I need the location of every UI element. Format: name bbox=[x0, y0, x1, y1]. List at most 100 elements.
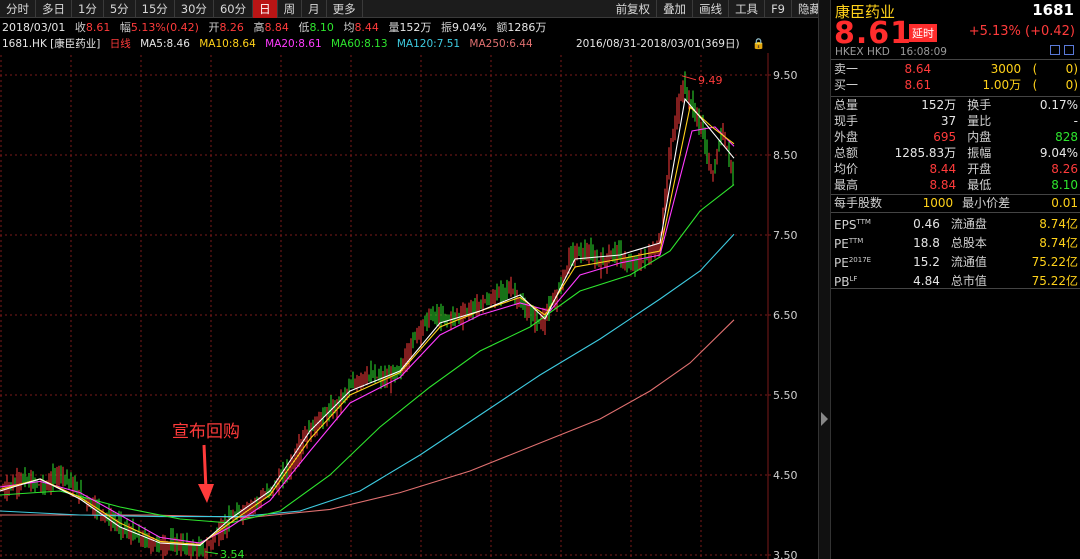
stat-label: 总额 bbox=[834, 146, 859, 160]
stat-label: 最高 bbox=[834, 178, 859, 192]
stat-label: 内盘 bbox=[967, 130, 992, 144]
stat-value: 37 bbox=[940, 114, 957, 128]
tab-2[interactable]: 1分 bbox=[72, 0, 104, 18]
ma60-label: MA60:8.13 bbox=[331, 38, 388, 50]
stat-label: 量比 bbox=[967, 114, 992, 128]
tab-5[interactable]: 30分 bbox=[175, 0, 214, 18]
ma10-label: MA10:8.64 bbox=[199, 38, 256, 50]
tab-3[interactable]: 5分 bbox=[104, 0, 136, 18]
valuation-value: 75.22亿 bbox=[1031, 254, 1078, 269]
info-amt: 1286万 bbox=[507, 21, 547, 34]
period-tabs: 分时 多日 1分 5分 15分 30分 60分日周月更多 bbox=[0, 0, 363, 18]
lock-icon[interactable]: 🔒 bbox=[752, 37, 765, 52]
paren-close: ) bbox=[1073, 62, 1078, 76]
y-tick-label: 6.50 bbox=[773, 309, 798, 322]
orderbook-num: 0 bbox=[1065, 78, 1074, 92]
lots-value: 1000 bbox=[922, 196, 954, 210]
tab-4[interactable]: 15分 bbox=[136, 0, 175, 18]
stat-value: 8.44 bbox=[929, 162, 957, 176]
lock-icon[interactable] bbox=[1050, 45, 1060, 55]
info-bar: 2018/03/01 收8.61 幅5.13%(0.42) 开8.26 高8.8… bbox=[0, 19, 828, 36]
paren-close: ) bbox=[1073, 78, 1078, 92]
stat-value: 8.84 bbox=[929, 178, 957, 192]
info-vol: 152万 bbox=[399, 21, 432, 34]
tool-2[interactable]: 画线 bbox=[693, 0, 730, 18]
collapse-arrow-icon[interactable] bbox=[821, 412, 828, 426]
stats-table: 总量 152万 换手 0.17% 现手 37 量比 - 外盘 695 内盘 828 总额 1285.83万… bbox=[831, 97, 1080, 193]
high-label: 9.49 bbox=[698, 74, 723, 87]
ma250-label: MA250:6.44 bbox=[469, 38, 533, 50]
stat-value: 695 bbox=[933, 130, 957, 144]
stat-value: 828 bbox=[1055, 130, 1078, 144]
stats-row: 总额 1285.83万 振幅 9.04% bbox=[831, 145, 1080, 161]
stock-code: 1681 bbox=[1032, 1, 1074, 19]
orderbook-price: 8.64 bbox=[904, 62, 932, 76]
stats-row: 总量 152万 换手 0.17% bbox=[831, 97, 1080, 113]
quote-time: 16:08:09 bbox=[899, 46, 947, 58]
ma120-label: MA120:7.51 bbox=[396, 38, 461, 50]
quote-panel: 康臣药业 1681 8.61 延时 +5.13% (+0.42) HKEX HK… bbox=[830, 0, 1080, 559]
panel-splitter[interactable] bbox=[818, 0, 830, 559]
valuation-row: PETTM 18.8 总股本 8.74亿 bbox=[831, 233, 1080, 252]
tool-4[interactable]: F9 bbox=[765, 0, 792, 18]
tab-9[interactable]: 月 bbox=[302, 0, 327, 18]
valuation-value: 8.74亿 bbox=[1039, 235, 1078, 250]
orderbook-qty: 1.00万 bbox=[982, 78, 1022, 92]
info-low-label: 低 bbox=[298, 21, 310, 34]
info-vol-label: 量 bbox=[388, 21, 400, 34]
stat-value: 9.04% bbox=[1039, 146, 1078, 160]
valuation-basis: TTM bbox=[856, 218, 871, 226]
valuation-label: EPSTTM bbox=[831, 214, 891, 233]
valuation-value: 8.74亿 bbox=[1039, 216, 1078, 231]
divider bbox=[831, 59, 1080, 60]
tab-7[interactable]: 日 bbox=[253, 0, 278, 18]
tab-8[interactable]: 周 bbox=[278, 0, 303, 18]
tab-0[interactable]: 分时 bbox=[0, 0, 36, 18]
info-date: 2018/03/01 bbox=[2, 21, 66, 34]
ma-legend: 1681.HK [康臣药业] 日线 MA5:8.46 MA10:8.64 MA2… bbox=[0, 37, 768, 52]
price-change: +5.13% (+0.42) bbox=[968, 24, 1075, 39]
info-amp-label: 振 bbox=[440, 21, 452, 34]
divider bbox=[831, 288, 1080, 289]
tab-10[interactable]: 更多 bbox=[327, 0, 363, 18]
lots-table: 每手股数 1000 最小价差 0.01 bbox=[831, 195, 1080, 211]
info-low: 8.10 bbox=[309, 21, 334, 34]
tab-1[interactable]: 多日 bbox=[36, 0, 72, 18]
orderbook-count: (0) bbox=[1024, 61, 1080, 77]
ma-period: 日线 bbox=[109, 38, 131, 50]
stat-label: 最低 bbox=[967, 178, 992, 192]
orderbook-price: 8.61 bbox=[904, 78, 932, 92]
info-close-label: 收 bbox=[74, 21, 86, 34]
valuation-table: EPSTTM 0.46 流通盘 8.74亿 PETTM 18.8 总股本 8.74亿 PE201… bbox=[831, 214, 1080, 290]
lots-label: 最小价差 bbox=[962, 196, 1011, 210]
date-range: 2016/08/31-2018/03/01(369日) bbox=[576, 38, 740, 50]
valuation-value: 0.46 bbox=[913, 216, 940, 231]
orderbook-count: (0) bbox=[1024, 77, 1080, 93]
tool-3[interactable]: 工具 bbox=[729, 0, 766, 18]
y-tick-label: 8.50 bbox=[773, 149, 798, 162]
divider bbox=[831, 212, 1080, 213]
stat-value: 8.10 bbox=[1051, 178, 1078, 192]
valuation-metric: PE bbox=[834, 237, 849, 251]
stats-row: 最高 8.84 最低 8.10 bbox=[831, 177, 1080, 193]
y-tick-label: 9.50 bbox=[773, 69, 798, 82]
tool-0[interactable]: 前复权 bbox=[610, 0, 658, 18]
ma20-label: MA20:8.61 bbox=[265, 38, 322, 50]
ma-code: 1681.HK [康臣药业] bbox=[2, 38, 101, 50]
panel-icons bbox=[1050, 45, 1074, 55]
valuation-basis: LF bbox=[849, 275, 858, 283]
valuation-value: 18.8 bbox=[913, 235, 940, 250]
ma5-label: MA5:8.46 bbox=[140, 38, 190, 50]
lots-label: 每手股数 bbox=[834, 196, 883, 210]
info-amp: 9.04% bbox=[451, 21, 487, 34]
kline-chart[interactable]: 9.50 8.50 7.50 6.50 5.50 4.50 3.50 9.49 3.54 宣布回购 bbox=[0, 0, 818, 559]
tool-1[interactable]: 叠加 bbox=[657, 0, 694, 18]
valuation-basis: 2017E bbox=[848, 256, 872, 264]
info-open: 8.26 bbox=[219, 21, 244, 34]
layout-icon[interactable] bbox=[1064, 45, 1074, 55]
orderbook-table: 卖一 8.64 3000(0) 买一 8.61 1.00万(0) bbox=[831, 61, 1080, 93]
stat-label: 外盘 bbox=[834, 130, 859, 144]
valuation-value: 15.2 bbox=[913, 254, 940, 269]
tab-6[interactable]: 60分 bbox=[214, 0, 254, 18]
stats-row: 外盘 695 内盘 828 bbox=[831, 129, 1080, 145]
